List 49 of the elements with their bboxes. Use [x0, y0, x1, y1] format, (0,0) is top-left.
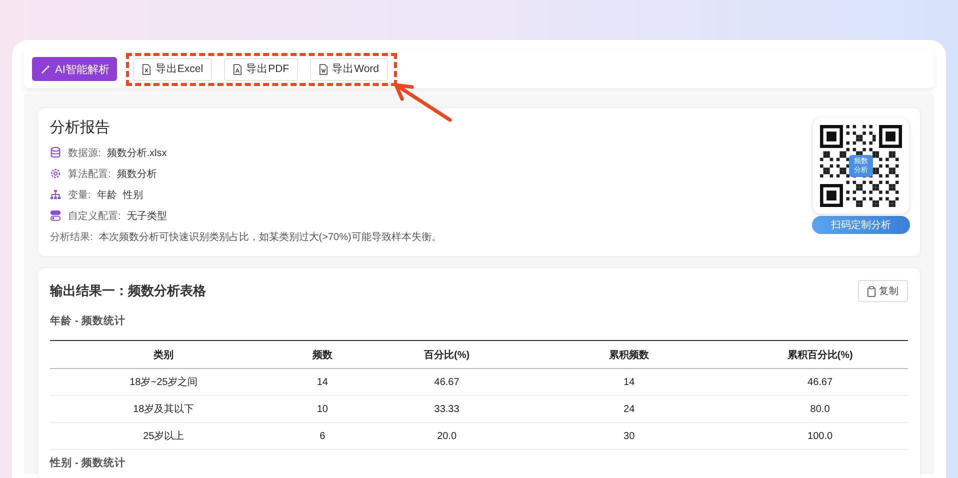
pdf-file-icon [233, 64, 242, 74]
database-icon [50, 147, 61, 158]
item-label: 算法配置: [68, 168, 111, 180]
table-cell: 33.33 [367, 396, 526, 422]
column-header: 类别 [50, 340, 278, 368]
item-label: 数据源: [68, 146, 101, 160]
item-value: 年龄 [96, 188, 117, 202]
table-cell: 14 [277, 368, 368, 396]
column-header: 百分比(%) [367, 340, 526, 368]
result-text: 本次频数分析可快速识别类别占比，如某类别过大(>70%)可能导致样本失衡。 [98, 230, 442, 244]
magic-wand-icon [40, 64, 51, 74]
table-title: 年龄 - 频数统计 [50, 314, 126, 328]
export-button[interactable]: 导出PDF [224, 58, 298, 80]
column-header: 累积百分比(%) [732, 340, 908, 368]
table-cell: 10 [277, 396, 368, 422]
table-cell: 46.67 [732, 368, 908, 396]
item-value: 性别 [122, 188, 143, 202]
export-button[interactable]: 导出Word [310, 58, 388, 80]
item-label: 自定义配置: [68, 210, 121, 222]
result-label: 分析结果: [50, 230, 93, 244]
ai-analysis-button[interactable]: AI智能解析 [32, 57, 118, 81]
table-cell: 80.0 [732, 396, 908, 422]
output-title: 输出结果一：频数分析表格 [50, 282, 206, 300]
item-label: 变量: [68, 188, 91, 202]
table-cell: 14 [526, 368, 732, 396]
table-cell: 30 [526, 422, 732, 450]
toggle-icon [50, 210, 61, 221]
column-header: 累积频数 [526, 340, 732, 368]
table-cell: 6 [277, 422, 368, 450]
word-file-icon [319, 64, 328, 74]
item-value: 无子类型 [126, 210, 167, 222]
table-cell: 20.0 [367, 422, 526, 450]
table-title: 性别 - 频数统计 [50, 456, 126, 470]
gear-icon [50, 168, 61, 179]
copy-button[interactable]: 复制 [858, 280, 908, 302]
table-cell: 24 [526, 396, 732, 422]
table-cell: 18岁~25岁之间 [50, 368, 278, 396]
table-cell: 25岁以上 [50, 422, 278, 450]
clipboard-icon [867, 286, 876, 296]
export-button[interactable]: 导出Excel [133, 58, 212, 80]
item-value: 频数分析.xlsx [106, 146, 167, 160]
table-cell: 100.0 [732, 422, 908, 450]
report-title: 分析报告 [50, 118, 111, 137]
item-value: 频数分析 [116, 168, 157, 180]
hierarchy-icon [50, 189, 61, 200]
excel-file-icon [142, 64, 152, 74]
table-cell: 18岁及其以下 [50, 396, 278, 422]
table-cell: 46.67 [367, 368, 526, 396]
column-header: 频数 [277, 340, 368, 368]
